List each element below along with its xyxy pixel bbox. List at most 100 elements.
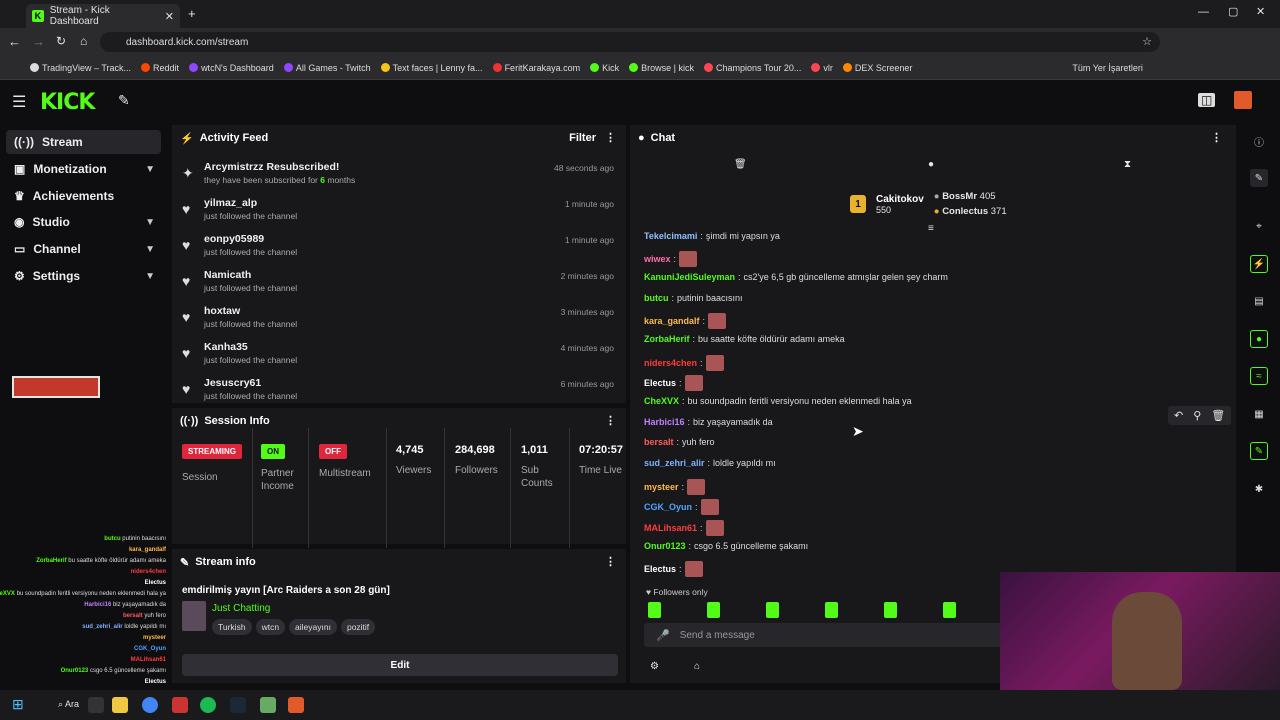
settings-icon[interactable]: ⚙ xyxy=(650,661,659,672)
chat-message[interactable]: Harbici16: biz yaşayamadık da xyxy=(644,417,773,427)
store-icon[interactable]: ⌂ xyxy=(694,661,700,672)
category-link[interactable]: Just Chatting xyxy=(212,603,270,614)
steam-icon[interactable] xyxy=(230,697,246,713)
new-tab-icon[interactable]: + xyxy=(188,6,196,21)
on-badge[interactable]: ON xyxy=(261,444,285,459)
bookmark-item[interactable]: Champions Tour 20... xyxy=(703,63,801,73)
emote-icon[interactable] xyxy=(707,602,720,618)
bookmark-item[interactable]: FeritKarakaya.com xyxy=(492,63,580,73)
chat-message[interactable]: kara_gandalf: xyxy=(644,313,727,329)
bookmark-item[interactable]: Reddit xyxy=(141,63,179,73)
emote-icon[interactable] xyxy=(943,602,956,618)
chat-username[interactable]: MALihsan61 xyxy=(644,523,697,533)
chat-message[interactable]: wiwex: xyxy=(644,251,698,267)
chat-message[interactable]: mysteer: xyxy=(644,479,706,495)
menu-icon[interactable]: ☰ xyxy=(12,92,26,112)
tag-chip[interactable]: wtcn xyxy=(255,619,286,635)
filter-button[interactable]: Filter xyxy=(569,132,596,144)
chat-username[interactable]: Onur0123 xyxy=(644,541,686,551)
pencil-icon[interactable]: ✎ xyxy=(1250,169,1268,187)
sidebar-item-monetization[interactable]: ▣ Monetization ▼ xyxy=(6,157,161,181)
url-field[interactable]: dashboard.kick.com/stream ☆ xyxy=(100,32,1160,52)
more-icon[interactable]: ⋮ xyxy=(1211,131,1222,144)
layout-icon[interactable]: ▦ xyxy=(1250,405,1268,423)
more-icon[interactable]: ⋮ xyxy=(605,131,616,144)
chat-message[interactable]: Electus: xyxy=(644,561,703,577)
folder-icon[interactable] xyxy=(112,697,128,713)
emote-icon[interactable] xyxy=(884,602,897,618)
notifications-icon[interactable]: ◫ xyxy=(1198,93,1216,107)
chat-message[interactable]: CGK_Oyun: xyxy=(644,499,719,515)
hourglass-icon[interactable]: ⧗ xyxy=(1124,159,1131,170)
bookmark-item[interactable]: Browse | kick xyxy=(629,63,694,73)
chat-username[interactable]: mysteer xyxy=(644,482,679,492)
chat-message[interactable]: butcu: putinin baacısını xyxy=(644,293,743,303)
forward-icon[interactable]: → xyxy=(32,34,45,49)
chat-message[interactable]: Onur0123: csgo 6.5 güncelleme şakamı xyxy=(644,541,808,551)
chat-message[interactable]: KanuniJediSuleyman: cs2'ye 6,5 gb güncell… xyxy=(644,272,948,282)
chat-username[interactable]: Electus xyxy=(644,378,676,388)
chat-username[interactable]: kara_gandalf xyxy=(644,316,700,326)
minimize-icon[interactable]: — xyxy=(1198,6,1209,18)
back-icon[interactable]: ← xyxy=(8,34,21,49)
maximize-icon[interactable]: ▢ xyxy=(1228,5,1238,18)
bookmark-item[interactable]: DEX Screener xyxy=(842,63,912,73)
chat-message[interactable]: ZorbaHerif: bu saatte köfte öldürür adamı… xyxy=(644,334,845,344)
home-icon[interactable]: ⌂ xyxy=(80,34,87,48)
chat-username[interactable]: niders4chen xyxy=(644,358,697,368)
chat-username[interactable]: sud_zehri_alir xyxy=(644,458,705,468)
kick-logo[interactable]: KICK xyxy=(40,90,95,115)
bookmark-item[interactable]: Text faces | Lenny fa... xyxy=(380,63,483,73)
off-badge[interactable]: OFF xyxy=(319,444,347,459)
wrench-icon[interactable]: ✎ xyxy=(1250,442,1268,460)
taskbar-app-icon[interactable] xyxy=(88,697,104,713)
chat-bubble-icon[interactable]: ● xyxy=(928,159,934,170)
chat-message[interactable]: bersalt: yuh fero xyxy=(644,437,715,447)
bookmark-item[interactable]: All Games - Twitch xyxy=(283,63,371,73)
all-bookmarks[interactable]: Tüm Yer İşaretleri xyxy=(1072,63,1143,73)
chat-message[interactable]: MALihsan61: xyxy=(644,520,724,536)
windows-start-icon[interactable]: ⊞ xyxy=(12,696,24,713)
bookmark-item[interactable]: vlr xyxy=(811,63,833,73)
chat-username[interactable]: Electus xyxy=(644,564,676,574)
taskbar-app-icon[interactable] xyxy=(172,697,188,713)
tag-chip[interactable]: Turkish xyxy=(212,619,252,635)
window-close-icon[interactable]: ✕ xyxy=(1256,5,1265,18)
chat-username[interactable]: Tekelcimami xyxy=(644,231,697,241)
sidebar-item-settings[interactable]: ⚙ Settings ▼ xyxy=(6,264,161,288)
chat-username[interactable]: bersalt xyxy=(644,437,674,447)
edit-pen-icon[interactable]: ✎ xyxy=(118,92,130,109)
chat-username[interactable]: wiwex xyxy=(644,254,671,264)
chat-message[interactable]: sud_zehri_alir: loldle yapıldı mı xyxy=(644,458,776,468)
mic-icon[interactable]: 🎤 xyxy=(656,629,670,642)
lightning-icon[interactable]: ⚡ xyxy=(1250,255,1268,273)
trash-icon[interactable]: 🗑 xyxy=(1211,409,1225,422)
bookmark-item[interactable]: TradingView – Track... xyxy=(30,63,131,73)
user-avatar[interactable] xyxy=(1234,91,1252,109)
info-icon[interactable]: ⓘ xyxy=(1250,132,1268,150)
sidebar-item-achievements[interactable]: ♛ Achievements xyxy=(6,184,161,208)
chat-message[interactable]: Electus: xyxy=(644,375,703,391)
sidebar-item-channel[interactable]: ▭ Channel ▼ xyxy=(6,237,161,261)
taskbar-app-icon[interactable] xyxy=(260,697,276,713)
chat-message[interactable]: CheXVX: bu soundpadin feritli versiyonu n… xyxy=(644,396,912,406)
tag-chip[interactable]: pozitif xyxy=(340,619,376,635)
clipboard-icon[interactable]: ▤ xyxy=(1250,292,1268,310)
edit-button[interactable]: Edit xyxy=(182,654,618,676)
chrome-icon[interactable] xyxy=(142,697,158,713)
sidebar-item-stream[interactable]: ((·)) Stream xyxy=(6,130,161,154)
bookmark-item[interactable]: Kick xyxy=(590,63,619,73)
tag-chip[interactable]: aileyayını xyxy=(289,619,337,635)
chat-username[interactable]: KanuniJediSuleyman xyxy=(644,272,735,282)
taskbar-search[interactable]: ⌕ Ara xyxy=(58,699,79,710)
close-icon[interactable]: ✕ xyxy=(165,10,174,23)
chat-username[interactable]: Harbici16 xyxy=(644,417,685,427)
chat-username[interactable]: CGK_Oyun xyxy=(644,502,692,512)
star-icon[interactable]: ☆ xyxy=(1142,35,1152,48)
chat-message[interactable]: niders4chen: xyxy=(644,355,724,371)
emote-icon[interactable] xyxy=(825,602,838,618)
browser-tab[interactable]: K Stream - Kick Dashboard ✕ xyxy=(26,4,180,28)
spotify-icon[interactable] xyxy=(200,697,216,713)
more-icon[interactable]: ⋮ xyxy=(605,555,616,568)
chat-message[interactable]: Tekelcimami: şimdi mi yapsın ya xyxy=(644,231,780,241)
